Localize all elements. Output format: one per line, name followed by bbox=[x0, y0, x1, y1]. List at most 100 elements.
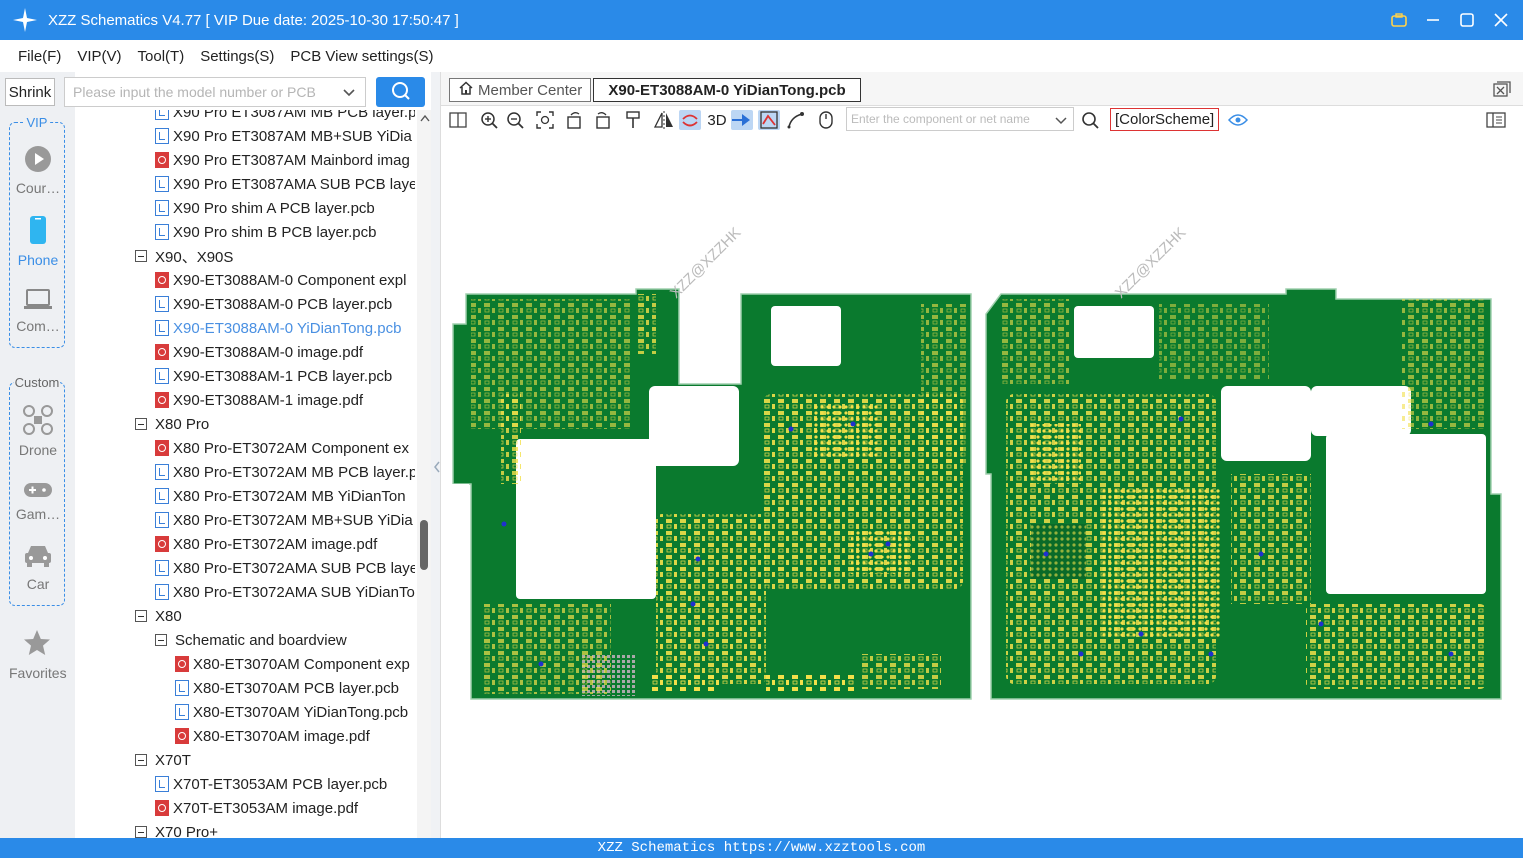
tree-file-item[interactable]: X80 Pro-ET3072AMA SUB YiDianTo bbox=[155, 580, 415, 604]
collapse-toggle-icon[interactable] bbox=[155, 634, 167, 646]
tree-file-item[interactable]: X80 Pro-ET3072AM MB+SUB YiDia bbox=[155, 508, 413, 532]
pcb-canvas[interactable]: XZZ@XZZHK XZZ@XZZHK bbox=[441, 134, 1523, 838]
tree-folder[interactable]: X90、X90S bbox=[135, 244, 233, 268]
probe-icon[interactable] bbox=[622, 110, 644, 130]
tree-file-item[interactable]: X90-ET3088AM-0 YiDianTong.pcb bbox=[155, 316, 401, 340]
chevron-down-icon[interactable] bbox=[343, 85, 355, 101]
pcb-file-icon bbox=[155, 176, 169, 192]
tree-file-item[interactable]: X90-ET3088AM-1 image.pdf bbox=[155, 388, 363, 412]
rail-item-car[interactable]: Car bbox=[10, 543, 66, 592]
net-search-input[interactable] bbox=[851, 112, 1046, 126]
trace-tool-icon[interactable] bbox=[785, 110, 807, 130]
pcb-file-icon bbox=[155, 200, 169, 216]
menu-file[interactable]: File(F) bbox=[18, 48, 61, 65]
tree-file-item[interactable]: X90-ET3088AM-0 Component expl bbox=[155, 268, 406, 292]
tree-folder[interactable]: X80 Pro bbox=[135, 412, 209, 436]
tree-file-item[interactable]: X90-ET3088AM-0 PCB layer.pcb bbox=[155, 292, 392, 316]
tree-file-item[interactable]: X80 Pro-ET3072AM MB YiDianTon bbox=[155, 484, 406, 508]
briefcase-icon[interactable] bbox=[1389, 10, 1409, 30]
tree-scroll-thumb[interactable] bbox=[420, 520, 428, 570]
side-panel-icon[interactable] bbox=[1485, 110, 1507, 130]
pin-select-icon[interactable] bbox=[731, 110, 753, 130]
split-view-icon[interactable] bbox=[447, 110, 469, 130]
minimize-button[interactable] bbox=[1423, 10, 1443, 30]
tree-file-item[interactable]: X90-ET3088AM-1 PCB layer.pcb bbox=[155, 364, 392, 388]
tree-file-item[interactable]: X90 Pro ET3087AM MB+SUB YiDia bbox=[155, 124, 412, 148]
shrink-button[interactable]: Shrink bbox=[5, 78, 55, 106]
close-button[interactable] bbox=[1491, 10, 1511, 30]
tree-file-item[interactable]: X80 Pro-ET3072AM MB PCB layer.p bbox=[155, 460, 415, 484]
rail-item-phone[interactable]: Phone bbox=[10, 215, 66, 268]
canvas-watermark-left: XZZ@XZZHK bbox=[667, 224, 745, 302]
tree-folder[interactable]: X70T bbox=[135, 748, 191, 772]
tree-file-item[interactable]: X80-ET3070AM PCB layer.pcb bbox=[175, 676, 399, 700]
pcb-board-view[interactable]: XZZ@XZZHK XZZ@XZZHK bbox=[441, 134, 1523, 838]
mouse-icon[interactable] bbox=[815, 110, 837, 130]
tree-file-item[interactable]: X70T-ET3053AM PCB layer.pcb bbox=[155, 772, 387, 796]
menu-settings[interactable]: Settings(S) bbox=[200, 48, 274, 65]
tree-file-item[interactable]: X90 Pro shim B PCB layer.pcb bbox=[155, 220, 376, 244]
view-3d-button[interactable]: 3D bbox=[705, 110, 729, 130]
net-search-icon[interactable] bbox=[1079, 110, 1101, 130]
menu-pcb-view-settings[interactable]: PCB View settings(S) bbox=[290, 48, 433, 65]
color-scheme-button[interactable]: [ColorScheme] bbox=[1110, 108, 1220, 131]
collapse-toggle-icon[interactable] bbox=[135, 610, 147, 622]
tree-file-item[interactable]: X90 Pro ET3087AMA SUB PCB laye bbox=[155, 172, 415, 196]
tree-file-item[interactable]: X80 Pro-ET3072AM Component ex bbox=[155, 436, 409, 460]
gamepad-icon bbox=[10, 481, 66, 502]
pcb-file-icon bbox=[155, 368, 169, 384]
tree-file-item[interactable]: X90 Pro shim A PCB layer.pcb bbox=[155, 196, 375, 220]
rail-item-computer[interactable]: Com… bbox=[10, 287, 66, 334]
menu-tool[interactable]: Tool(T) bbox=[138, 48, 185, 65]
tree-file-item[interactable]: X80-ET3070AM YiDianTong.pcb bbox=[175, 700, 408, 724]
tab-member-center[interactable]: Member Center bbox=[449, 78, 592, 102]
tree-item-label: X90-ET3088AM-1 image.pdf bbox=[173, 391, 364, 409]
highlight-net-icon[interactable] bbox=[758, 110, 780, 130]
panel-splitter[interactable] bbox=[431, 72, 441, 838]
tree-file-item[interactable]: X80 Pro-ET3072AMA SUB PCB laye bbox=[155, 556, 415, 580]
collapse-toggle-icon[interactable] bbox=[135, 250, 147, 262]
tree-file-item[interactable]: X80-ET3070AM image.pdf bbox=[175, 724, 370, 748]
maximize-button[interactable] bbox=[1457, 10, 1477, 30]
tree-file-item[interactable]: X80-ET3070AM Component exp bbox=[175, 652, 410, 676]
tree-folder[interactable]: X70 Pro+ bbox=[135, 820, 218, 838]
mirror-icon[interactable] bbox=[653, 110, 675, 130]
rail-item-drone[interactable]: Drone bbox=[10, 405, 66, 458]
pcb-file-icon bbox=[155, 464, 169, 480]
chevron-up-icon[interactable] bbox=[420, 114, 430, 125]
tree-folder[interactable]: X80 bbox=[135, 604, 182, 628]
tree-file-item[interactable]: X70T-ET3053AM image.pdf bbox=[155, 796, 358, 820]
rotate-left-icon[interactable] bbox=[564, 110, 586, 130]
pdf-file-icon bbox=[155, 440, 169, 456]
vip-group-title: VIP bbox=[24, 115, 50, 130]
eye-icon[interactable] bbox=[1227, 110, 1249, 130]
close-tabs-icon[interactable] bbox=[1493, 81, 1511, 100]
zoom-in-icon[interactable] bbox=[478, 110, 500, 130]
tree-folder[interactable]: Schematic and boardview bbox=[155, 628, 347, 652]
rail-item-favorites[interactable]: Favorites bbox=[9, 628, 67, 681]
model-search-input[interactable] bbox=[73, 84, 333, 100]
flip-board-icon[interactable] bbox=[679, 110, 701, 130]
pdf-file-icon bbox=[155, 536, 169, 552]
pdf-file-icon bbox=[155, 344, 169, 360]
tree-file-item[interactable]: X90 Pro ET3087AM Mainbord imag bbox=[155, 148, 410, 172]
canvas-watermark-right: XZZ@XZZHK bbox=[1112, 224, 1190, 302]
menu-vip[interactable]: VIP(V) bbox=[77, 48, 121, 65]
rotate-right-icon[interactable] bbox=[591, 110, 613, 130]
tree-item-label: X90-ET3088AM-1 PCB layer.pcb bbox=[173, 367, 393, 385]
tree-item-label: X80 Pro bbox=[155, 415, 210, 433]
tree-file-item[interactable]: X90 Pro ET3087AM MB PCB layer.p bbox=[155, 110, 415, 124]
fit-view-icon[interactable] bbox=[534, 110, 556, 130]
tab-active-file[interactable]: X90-ET3088AM-0 YiDianTong.pcb bbox=[593, 78, 861, 102]
zoom-out-icon[interactable] bbox=[504, 110, 526, 130]
rail-item-game[interactable]: Gam… bbox=[10, 481, 66, 522]
tree-file-item[interactable]: X90-ET3088AM-0 image.pdf bbox=[155, 340, 363, 364]
collapse-toggle-icon[interactable] bbox=[135, 754, 147, 766]
collapse-toggle-icon[interactable] bbox=[135, 418, 147, 430]
chevron-down-icon[interactable] bbox=[1055, 113, 1067, 129]
collapse-toggle-icon[interactable] bbox=[135, 826, 147, 838]
search-button[interactable] bbox=[376, 77, 425, 107]
tree-scrollbar[interactable] bbox=[417, 110, 431, 838]
rail-item-courses[interactable]: Cour… bbox=[10, 145, 66, 196]
tree-file-item[interactable]: X80 Pro-ET3072AM image.pdf bbox=[155, 532, 377, 556]
